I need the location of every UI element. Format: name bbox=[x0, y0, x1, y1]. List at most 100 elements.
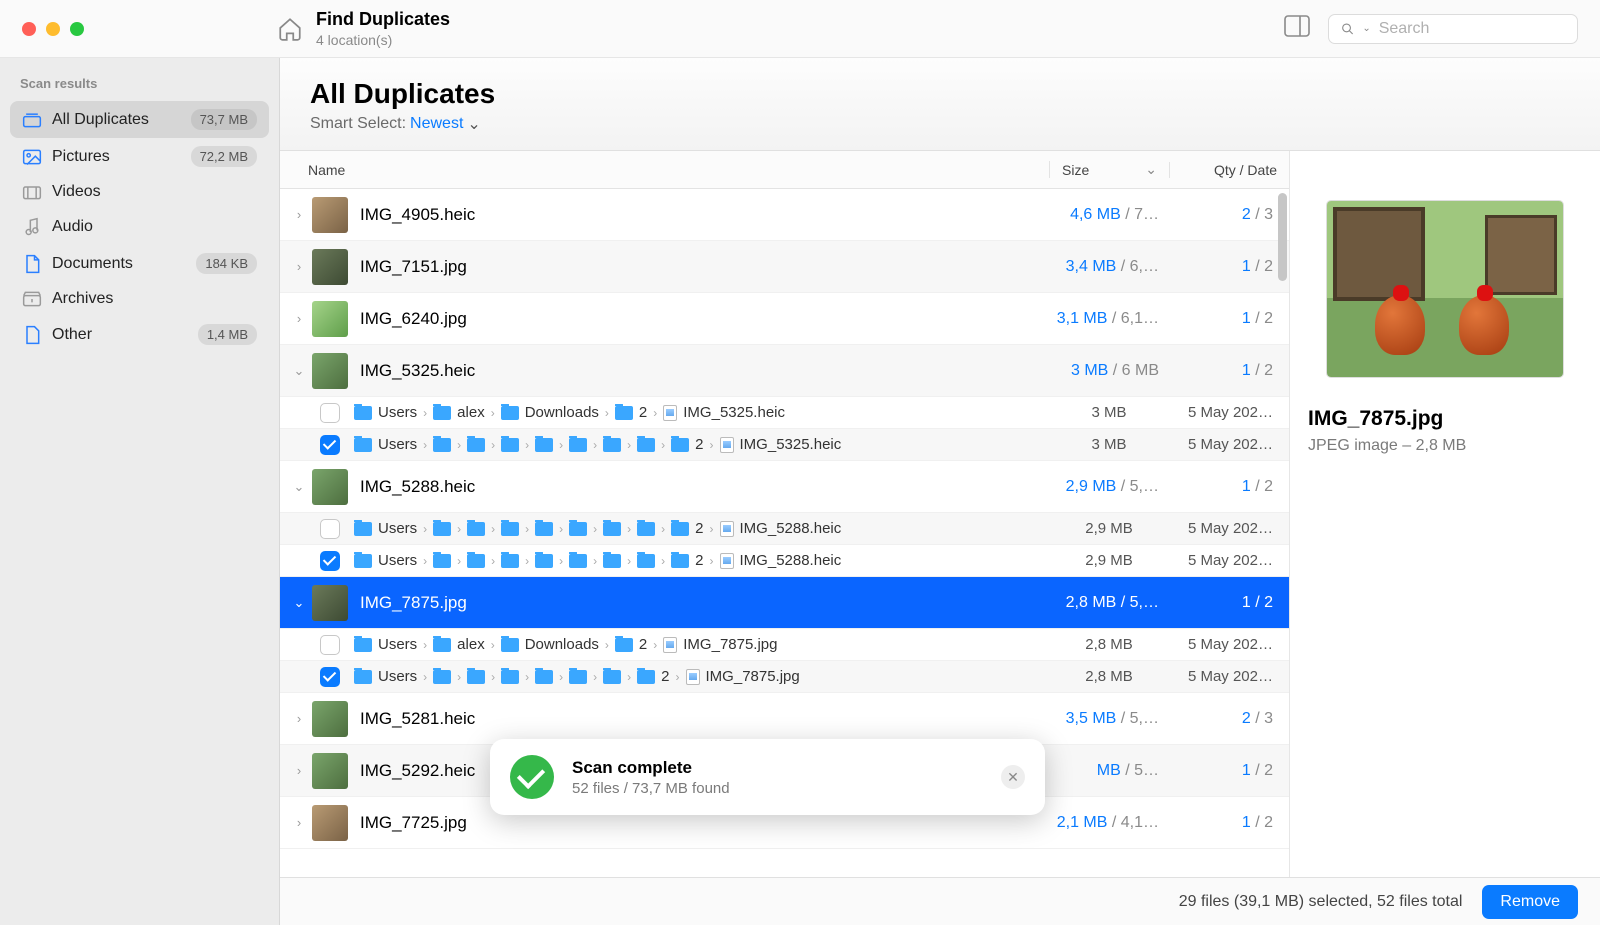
chevron-right-icon: › bbox=[559, 554, 563, 568]
sidebar-item-all-duplicates[interactable]: All Duplicates73,7 MB bbox=[10, 101, 269, 138]
home-button[interactable] bbox=[270, 16, 310, 42]
path-date: 5 May 202… bbox=[1169, 636, 1289, 653]
folder-icon bbox=[501, 406, 519, 420]
sidebar-item-label: Documents bbox=[52, 255, 133, 273]
path-row[interactable]: Users››››››››2›IMG_5288.heic2,9 MB5 May … bbox=[280, 545, 1289, 577]
thumbnail bbox=[312, 469, 348, 505]
col-size[interactable]: Size⌄ bbox=[1049, 161, 1169, 178]
smart-select[interactable]: Smart Select: Newest ⌄ bbox=[310, 114, 1570, 134]
search-field[interactable]: ⌄ bbox=[1328, 14, 1578, 44]
folder-icon bbox=[354, 670, 372, 684]
chevron-right-icon: › bbox=[605, 406, 609, 420]
table-row[interactable]: ›IMG_7151.jpg3,4 MB / 6,…1 / 2 bbox=[280, 241, 1289, 293]
select-checkbox[interactable] bbox=[320, 519, 340, 539]
chevron-right-icon: › bbox=[491, 406, 495, 420]
disclosure-chevron-icon[interactable]: › bbox=[286, 711, 312, 726]
disclosure-chevron-icon[interactable]: › bbox=[286, 259, 312, 274]
table-row[interactable]: ⌄IMG_5288.heic2,9 MB / 5,…1 / 2 bbox=[280, 461, 1289, 513]
select-checkbox[interactable] bbox=[320, 435, 340, 455]
select-checkbox[interactable] bbox=[320, 551, 340, 571]
folder-icon bbox=[501, 554, 519, 568]
col-qty[interactable]: Qty / Date bbox=[1169, 162, 1289, 178]
file-size: 2,1 MB / 4,1… bbox=[1049, 814, 1169, 832]
remove-button[interactable]: Remove bbox=[1482, 885, 1578, 919]
sidebar-item-other[interactable]: Other1,4 MB bbox=[10, 316, 269, 353]
disclosure-chevron-icon[interactable]: ⌄ bbox=[286, 479, 312, 495]
chevron-right-icon: › bbox=[457, 522, 461, 536]
folder-icon bbox=[433, 406, 451, 420]
thumbnail bbox=[312, 585, 348, 621]
folder-icon bbox=[637, 554, 655, 568]
close-window-button[interactable] bbox=[22, 22, 36, 36]
chevron-right-icon: › bbox=[423, 638, 427, 652]
path-row[interactable]: Users›alex›Downloads›2›IMG_7875.jpg2,8 M… bbox=[280, 629, 1289, 661]
chevron-right-icon: › bbox=[525, 670, 529, 684]
folder-icon bbox=[637, 438, 655, 452]
zoom-window-button[interactable] bbox=[70, 22, 84, 36]
page-title: All Duplicates bbox=[310, 78, 1570, 110]
toggle-sidebar-button[interactable] bbox=[1284, 15, 1310, 42]
chevron-right-icon: › bbox=[491, 554, 495, 568]
folder-icon bbox=[501, 670, 519, 684]
file-path: Users›alex›Downloads›2›IMG_7875.jpg bbox=[354, 636, 1049, 653]
chevron-right-icon: › bbox=[525, 554, 529, 568]
folder-icon bbox=[637, 522, 655, 536]
select-checkbox[interactable] bbox=[320, 635, 340, 655]
thumbnail bbox=[312, 353, 348, 389]
file-qty: 1 / 2 bbox=[1169, 258, 1289, 276]
sidebar-item-label: Videos bbox=[52, 183, 101, 201]
search-input[interactable] bbox=[1379, 20, 1565, 38]
folder-icon bbox=[354, 406, 372, 420]
table-row[interactable]: ›IMG_5281.heic3,5 MB / 5,…2 / 3 bbox=[280, 693, 1289, 745]
column-headers: Name Size⌄ Qty / Date bbox=[280, 151, 1289, 189]
disclosure-chevron-icon[interactable]: ⌄ bbox=[286, 363, 312, 379]
table-row[interactable]: ⌄IMG_7875.jpg2,8 MB / 5,…1 / 2 bbox=[280, 577, 1289, 629]
folder-icon bbox=[354, 638, 372, 652]
preview-pane: IMG_7875.jpg JPEG image – 2,8 MB bbox=[1290, 151, 1600, 877]
disclosure-chevron-icon[interactable]: › bbox=[286, 311, 312, 326]
sidebar-item-audio[interactable]: Audio bbox=[10, 209, 269, 245]
image-file-icon bbox=[720, 521, 734, 537]
select-checkbox[interactable] bbox=[320, 667, 340, 687]
scrollbar-thumb[interactable] bbox=[1278, 193, 1287, 281]
folder-icon bbox=[535, 438, 553, 452]
sidebar-item-documents[interactable]: Documents 184 KB bbox=[10, 245, 269, 282]
path-size: 2,8 MB bbox=[1049, 636, 1169, 653]
folder-icon bbox=[433, 638, 451, 652]
disclosure-chevron-icon[interactable]: › bbox=[286, 763, 312, 778]
stack-icon bbox=[22, 111, 42, 129]
col-name[interactable]: Name bbox=[280, 162, 1049, 178]
thumbnail bbox=[312, 753, 348, 789]
file-path: Users›alex›Downloads›2›IMG_5325.heic bbox=[354, 404, 1049, 421]
preview-subtitle: JPEG image – 2,8 MB bbox=[1308, 437, 1582, 455]
path-row[interactable]: Users›››››››2›IMG_7875.jpg2,8 MB5 May 20… bbox=[280, 661, 1289, 693]
table-row[interactable]: ⌄IMG_5325.heic3 MB / 6 MB1 / 2 bbox=[280, 345, 1289, 397]
minimize-window-button[interactable] bbox=[46, 22, 60, 36]
table-row[interactable]: ›IMG_4905.heic4,6 MB / 7…2 / 3 bbox=[280, 189, 1289, 241]
path-size: 3 MB bbox=[1049, 404, 1169, 421]
chevron-down-icon: ⌄ bbox=[1362, 23, 1370, 34]
file-qty: 2 / 3 bbox=[1169, 710, 1289, 728]
folder-icon bbox=[467, 522, 485, 536]
folder-icon bbox=[433, 554, 451, 568]
folder-icon bbox=[615, 406, 633, 420]
path-row[interactable]: Users›alex›Downloads›2›IMG_5325.heic3 MB… bbox=[280, 397, 1289, 429]
select-checkbox[interactable] bbox=[320, 403, 340, 423]
path-row[interactable]: Users››››››››2›IMG_5325.heic3 MB5 May 20… bbox=[280, 429, 1289, 461]
disclosure-chevron-icon[interactable]: ⌄ bbox=[286, 595, 312, 611]
path-row[interactable]: Users››››››››2›IMG_5288.heic2,9 MB5 May … bbox=[280, 513, 1289, 545]
sidebar-item-archives[interactable]: Archives bbox=[10, 282, 269, 316]
file-size: 3,4 MB / 6,… bbox=[1049, 258, 1169, 276]
disclosure-chevron-icon[interactable]: › bbox=[286, 207, 312, 222]
sidebar-item-pictures[interactable]: Pictures72,2 MB bbox=[10, 138, 269, 175]
sidebar-item-videos[interactable]: Videos bbox=[10, 175, 269, 209]
file-qty: 1 / 2 bbox=[1169, 478, 1289, 496]
disclosure-chevron-icon[interactable]: › bbox=[286, 815, 312, 830]
table-row[interactable]: ›IMG_6240.jpg3,1 MB / 6,1…1 / 2 bbox=[280, 293, 1289, 345]
sidebar-header: Scan results bbox=[10, 76, 269, 101]
file-name: IMG_4905.heic bbox=[360, 205, 1049, 225]
sidebar-item-badge: 184 KB bbox=[196, 253, 257, 274]
toast-close-button[interactable]: ✕ bbox=[1001, 765, 1025, 789]
smart-select-value: Newest bbox=[410, 115, 463, 133]
chevron-right-icon: › bbox=[423, 522, 427, 536]
